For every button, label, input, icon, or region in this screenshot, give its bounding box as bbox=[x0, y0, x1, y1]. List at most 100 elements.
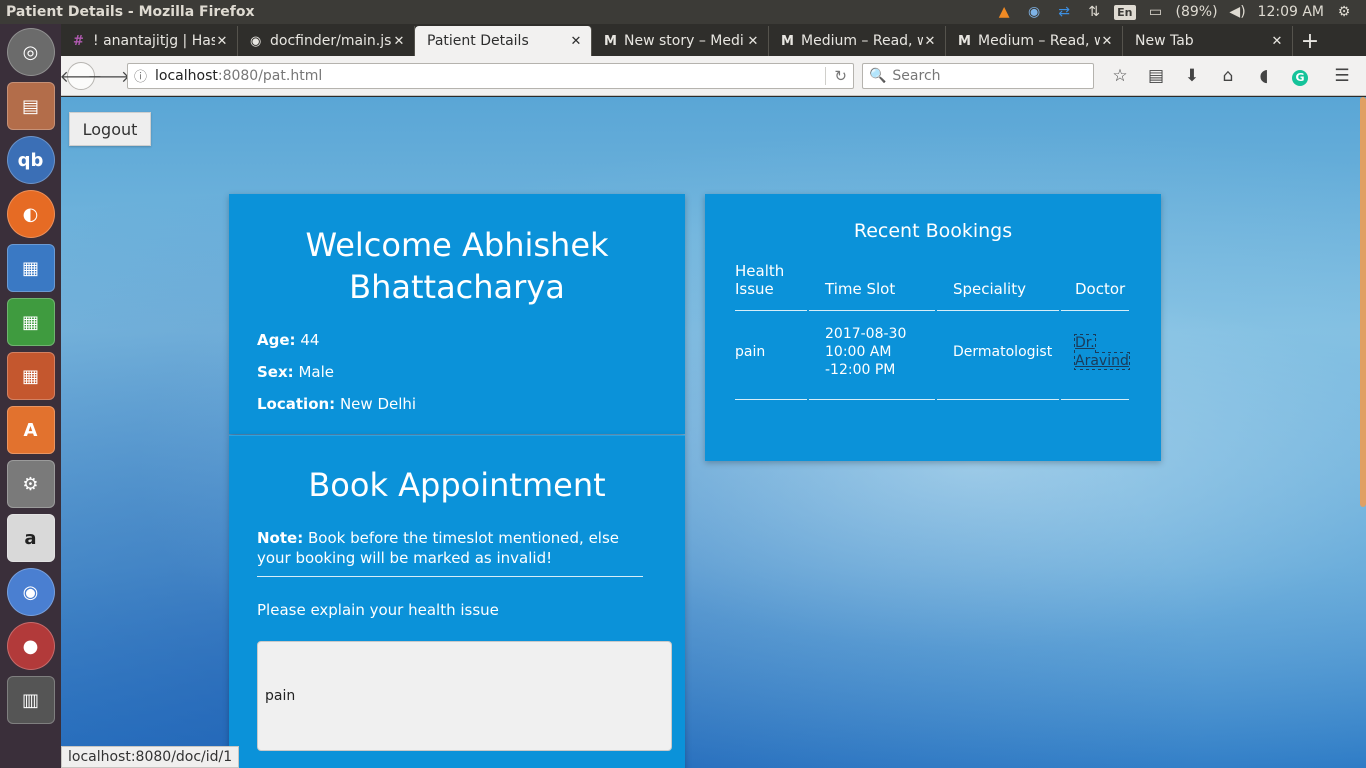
cell-health-issue: pain bbox=[735, 311, 807, 400]
trash-icon[interactable]: ▥ bbox=[6, 676, 55, 724]
close-icon[interactable]: ✕ bbox=[569, 34, 583, 49]
battery-percent[interactable]: (89%) bbox=[1176, 4, 1218, 20]
tab-medium-2[interactable]: M Medium – Read, w ✕ bbox=[946, 26, 1123, 56]
tab-label: Medium – Read, w bbox=[801, 33, 923, 49]
doctor-link[interactable]: Dr. Aravind bbox=[1074, 334, 1130, 370]
page-viewport: Logout Welcome Abhishek Bhattacharya Age… bbox=[61, 97, 1366, 768]
amazon-icon[interactable]: a bbox=[6, 514, 55, 562]
header-time-slot: Time Slot bbox=[809, 262, 935, 311]
book-appointment-card: Book Appointment Note: Book before the t… bbox=[229, 435, 685, 768]
tab-label: docfinder/main.js bbox=[270, 33, 392, 49]
tab-slack[interactable]: # ! anantajitjg | Has ✕ bbox=[61, 26, 238, 56]
search-placeholder: Search bbox=[892, 67, 941, 84]
launcher: ◎ ▤ qb ◐ ▦ ▦ ▦ A ⚙ a ◉ ● ▥ bbox=[0, 24, 61, 768]
chromium-icon[interactable]: ◉ bbox=[6, 568, 55, 616]
top-panel: Patient Details - Mozilla Firefox ▲ ◉ ⇄ … bbox=[0, 0, 1366, 24]
close-icon[interactable]: ✕ bbox=[215, 34, 229, 49]
sex-value: Male bbox=[298, 363, 334, 381]
header-health-issue: Health Issue bbox=[735, 262, 807, 311]
battery-icon[interactable]: ▭ bbox=[1146, 2, 1166, 22]
ubuntu-dash-icon[interactable]: ◎ bbox=[6, 28, 55, 76]
age-label: Age: bbox=[257, 331, 296, 349]
qbittorrent-launcher-icon[interactable]: qb bbox=[6, 136, 55, 184]
vlc-icon[interactable]: ▲ bbox=[994, 2, 1014, 22]
search-bar[interactable]: 🔍 Search bbox=[861, 62, 1094, 89]
slack-icon: # bbox=[73, 33, 84, 49]
forward-arrow-icon[interactable]: 🡒 bbox=[88, 62, 131, 90]
pocket-icon[interactable]: ◖ bbox=[1246, 66, 1282, 86]
github-icon: ◉ bbox=[250, 33, 262, 49]
tab-patient-details[interactable]: Patient Details ✕ bbox=[415, 26, 592, 56]
reload-icon[interactable]: ↻ bbox=[825, 66, 847, 85]
toolbar-icons: ☆ ▤ ⬇ ⌂ ◖ G ☰ bbox=[1102, 66, 1360, 86]
logout-button[interactable]: Logout bbox=[69, 112, 151, 146]
new-tab-plus-icon[interactable]: + bbox=[1293, 26, 1327, 56]
impress-icon[interactable]: ▦ bbox=[6, 352, 55, 400]
table-row: pain 2017-08-30 10:00 AM -12:00 PM Dermat… bbox=[735, 311, 1130, 400]
power-gear-icon[interactable]: ⚙ bbox=[1334, 2, 1354, 22]
info-icon[interactable]: ⓘ bbox=[134, 66, 147, 85]
workspace-icon[interactable]: ● bbox=[6, 622, 55, 670]
recent-bookings-card: Recent Bookings Health Issue Time Slot S… bbox=[705, 194, 1161, 461]
cell-doctor: Dr. Aravind bbox=[1061, 311, 1130, 400]
note-label: Note: bbox=[257, 529, 304, 547]
software-center-icon[interactable]: A bbox=[6, 406, 55, 454]
tab-new-tab[interactable]: New Tab ✕ bbox=[1123, 26, 1293, 56]
tab-github[interactable]: ◉ docfinder/main.js ✕ bbox=[238, 26, 415, 56]
slot-date: 2017-08-30 bbox=[825, 326, 907, 342]
keyboard-layout-indicator[interactable]: En bbox=[1114, 4, 1136, 20]
health-issue-input[interactable]: pain bbox=[257, 641, 672, 751]
firefox-icon[interactable]: ◐ bbox=[6, 190, 55, 238]
writer-icon[interactable]: ▦ bbox=[6, 244, 55, 292]
window-title: Patient Details - Mozilla Firefox bbox=[6, 4, 255, 20]
files-icon[interactable]: ▤ bbox=[6, 82, 55, 130]
system-settings-icon[interactable]: ⚙ bbox=[6, 460, 55, 508]
page-scrollbar[interactable] bbox=[1360, 97, 1366, 507]
header-speciality: Speciality bbox=[937, 262, 1059, 311]
network-icon[interactable]: ⇅ bbox=[1084, 2, 1104, 22]
search-icon: 🔍 bbox=[868, 67, 887, 84]
age-row: Age: 44 bbox=[257, 324, 657, 356]
tab-label: Patient Details bbox=[427, 33, 529, 49]
status-bar-url: localhost:8080/doc/id/1 bbox=[61, 746, 240, 768]
tab-label: New story – Medi bbox=[624, 33, 744, 49]
clock[interactable]: 12:09 AM bbox=[1258, 4, 1324, 20]
url-text[interactable]: localhost:8080/pat.html bbox=[155, 68, 825, 84]
close-icon[interactable]: ✕ bbox=[1100, 34, 1114, 49]
slot-time: 10:00 AM -12:00 PM bbox=[825, 344, 896, 378]
bookmark-star-icon[interactable]: ☆ bbox=[1102, 66, 1138, 86]
teamviewer-icon[interactable]: ⇄ bbox=[1054, 2, 1074, 22]
home-icon[interactable]: ⌂ bbox=[1210, 66, 1246, 86]
medium-icon: M bbox=[781, 33, 794, 49]
sex-label: Sex: bbox=[257, 363, 294, 381]
grammarly-icon[interactable]: G bbox=[1282, 66, 1318, 86]
book-appointment-heading: Book Appointment bbox=[308, 466, 606, 504]
menu-hamburger-icon[interactable]: ☰ bbox=[1324, 66, 1360, 86]
age-value: 44 bbox=[300, 331, 320, 349]
calc-icon[interactable]: ▦ bbox=[6, 298, 55, 346]
tab-medium-1[interactable]: M Medium – Read, w ✕ bbox=[769, 26, 946, 56]
tab-medium-new-story[interactable]: M New story – Medi ✕ bbox=[592, 26, 769, 56]
system-tray: ▲ ◉ ⇄ ⇅ En ▭ (89%) ◀) 12:09 AM ⚙ bbox=[994, 2, 1366, 22]
volume-icon[interactable]: ◀) bbox=[1228, 2, 1248, 22]
health-issue-label: Please explain your health issue bbox=[257, 601, 499, 619]
url-bar[interactable]: ⓘ localhost:8080/pat.html ↻ bbox=[127, 62, 854, 89]
bookings-table: Health Issue Time Slot Speciality Doctor… bbox=[733, 262, 1131, 400]
reading-list-icon[interactable]: ▤ bbox=[1138, 66, 1174, 86]
close-icon[interactable]: ✕ bbox=[746, 34, 760, 49]
qbittorrent-icon[interactable]: ◉ bbox=[1024, 2, 1044, 22]
downloads-icon[interactable]: ⬇ bbox=[1174, 66, 1210, 86]
cell-time-slot: 2017-08-30 10:00 AM -12:00 PM bbox=[809, 311, 935, 400]
close-icon[interactable]: ✕ bbox=[1270, 34, 1284, 49]
close-icon[interactable]: ✕ bbox=[392, 34, 406, 49]
note-text: Book before the timeslot mentioned, else… bbox=[257, 529, 620, 567]
medium-icon: M bbox=[958, 33, 971, 49]
health-issue-value: pain bbox=[265, 688, 296, 704]
table-header-row: Health Issue Time Slot Speciality Doctor bbox=[735, 262, 1129, 311]
close-icon[interactable]: ✕ bbox=[923, 34, 937, 49]
header-doctor: Doctor bbox=[1061, 262, 1129, 311]
medium-icon: M bbox=[604, 33, 617, 49]
url-path: :8080/pat.html bbox=[217, 67, 323, 84]
tab-strip: # ! anantajitjg | Has ✕ ◉ docfinder/main… bbox=[61, 24, 1366, 56]
sex-row: Sex: Male bbox=[257, 356, 657, 388]
